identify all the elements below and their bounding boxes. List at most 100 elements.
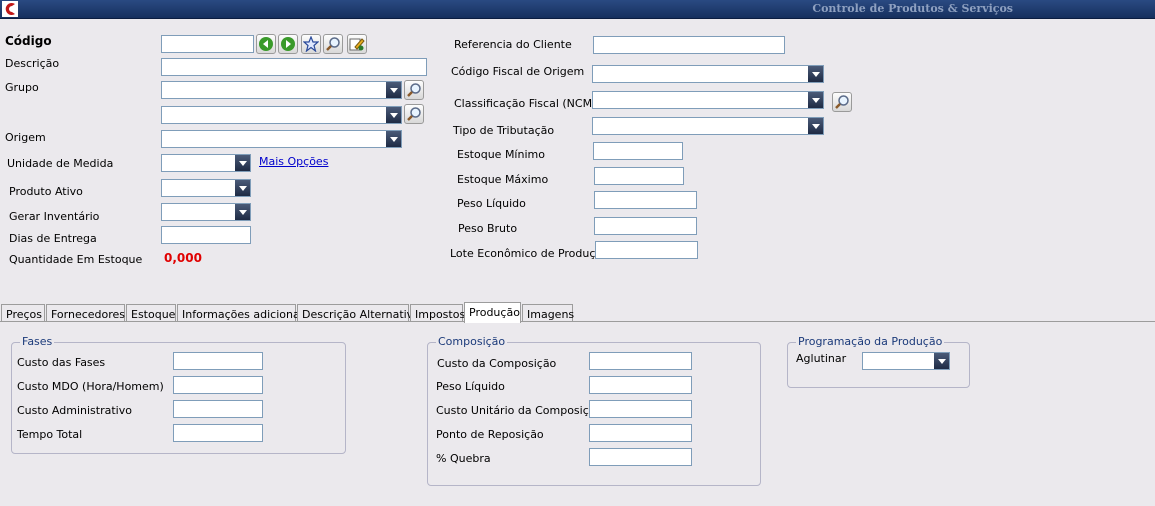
comp-peso-liquido-input[interactable]: [589, 376, 692, 394]
tab-informacoes-adicionais[interactable]: Informações adicionais: [177, 304, 309, 322]
custo-adm-input[interactable]: [173, 400, 263, 418]
dropdown-arrow-icon[interactable]: [386, 107, 401, 123]
tab-label: Informações adicionais: [182, 308, 309, 321]
ncm-select[interactable]: [592, 91, 824, 109]
star-icon: [303, 36, 319, 52]
aglutinar-label: Aglutinar: [796, 352, 847, 365]
tab-label: Descrição Alternativa: [302, 308, 420, 321]
origem-select[interactable]: [161, 130, 402, 148]
tab-precos[interactable]: Preços: [1, 304, 45, 322]
tab-label: Preços: [6, 308, 42, 321]
ponto-reposicao-label: Ponto de Reposição: [436, 428, 544, 441]
back-button[interactable]: [256, 34, 276, 54]
grupo-search-button[interactable]: [404, 80, 424, 100]
descricao-input[interactable]: [161, 58, 427, 76]
search-icon: [407, 107, 421, 121]
grupo-select[interactable]: [161, 81, 402, 99]
dropdown-arrow-icon[interactable]: [235, 180, 250, 196]
tab-fornecedores[interactable]: Fornecedores: [46, 304, 125, 322]
mais-opcoes-link[interactable]: Mais Opções: [259, 155, 328, 168]
peso-bruto-label: Peso Bruto: [458, 222, 518, 235]
search-icon: [835, 95, 849, 109]
produto-ativo-label: Produto Ativo: [9, 185, 83, 198]
tab-label: Impostos: [415, 308, 466, 321]
subgrupo-search-button[interactable]: [404, 104, 424, 124]
cfop-select[interactable]: [592, 65, 824, 83]
subgrupo-select[interactable]: [161, 106, 402, 124]
dropdown-arrow-icon[interactable]: [808, 118, 823, 134]
dropdown-arrow-icon[interactable]: [934, 353, 949, 369]
descricao-label: Descrição: [5, 57, 60, 70]
composicao-group-title: Composição: [436, 335, 508, 348]
dropdown-arrow-icon[interactable]: [235, 155, 250, 171]
forward-button[interactable]: [278, 34, 298, 54]
tempo-total-label: Tempo Total: [17, 428, 83, 441]
codigo-input[interactable]: [161, 35, 254, 53]
search-icon: [407, 83, 421, 97]
peso-liquido-input[interactable]: [594, 191, 697, 209]
produto-ativo-select[interactable]: [161, 179, 251, 197]
quebra-label: % Quebra: [436, 452, 491, 465]
dropdown-arrow-icon[interactable]: [386, 82, 401, 98]
custo-fases-input[interactable]: [173, 352, 263, 370]
tab-label: Estoque: [131, 308, 176, 321]
lote-input[interactable]: [595, 241, 698, 259]
edit-button[interactable]: [347, 34, 367, 54]
fases-group-title: Fases: [20, 335, 55, 348]
codigo-label: Código: [5, 34, 52, 48]
custo-composicao-label: Custo da Composição: [437, 357, 557, 370]
custo-mdo-label: Custo MDO (Hora/Homem): [17, 380, 164, 393]
grupo-label: Grupo: [5, 81, 39, 94]
estoque-min-label: Estoque Mínimo: [457, 148, 545, 161]
tab-estoque[interactable]: Estoque: [126, 304, 176, 322]
tab-imagens[interactable]: Imagens: [522, 304, 575, 322]
tab-label: Produção: [469, 306, 520, 319]
dropdown-arrow-icon[interactable]: [235, 204, 250, 220]
peso-liquido-label: Peso Líquido: [457, 197, 526, 210]
dias-entrega-label: Dias de Entrega: [9, 232, 97, 245]
custo-fases-label: Custo das Fases: [17, 356, 106, 369]
dropdown-arrow-icon[interactable]: [386, 131, 401, 147]
tab-producao[interactable]: Produção: [464, 302, 521, 323]
gerar-inventario-label: Gerar Inventário: [9, 210, 100, 223]
forward-arrow-icon: [281, 37, 295, 51]
quebra-input[interactable]: [589, 448, 692, 466]
dias-entrega-input[interactable]: [161, 226, 251, 244]
referencia-label: Referencia do Cliente: [454, 38, 572, 51]
custo-mdo-input[interactable]: [173, 376, 263, 394]
unidade-select[interactable]: [161, 154, 251, 172]
app-logo-icon: [2, 1, 18, 17]
ncm-search-button[interactable]: [832, 92, 852, 112]
estoque-max-label: Estoque Máximo: [457, 173, 549, 186]
tributacao-select[interactable]: [592, 117, 824, 135]
referencia-input[interactable]: [593, 36, 785, 54]
window-title: Controle de Produtos & Serviços: [812, 2, 1013, 15]
dropdown-arrow-icon[interactable]: [808, 66, 823, 82]
cfop-label: Código Fiscal de Origem: [451, 65, 585, 78]
lote-label: Lote Econômico de Produção: [450, 247, 609, 260]
custo-unitario-label: Custo Unitário da Composição: [436, 404, 603, 417]
back-arrow-icon: [259, 37, 273, 51]
ponto-reposicao-input[interactable]: [589, 424, 692, 442]
qtd-estoque-value: 0,000: [164, 251, 202, 265]
favorite-button[interactable]: [301, 34, 321, 54]
custo-composicao-input[interactable]: [589, 352, 692, 370]
tab-descricao-alternativa[interactable]: Descrição Alternativa: [297, 304, 420, 322]
tempo-total-input[interactable]: [173, 424, 263, 442]
aglutinar-select[interactable]: [862, 352, 950, 370]
tab-label: Imagens: [527, 308, 575, 321]
tab-impostos[interactable]: Impostos: [410, 304, 466, 322]
gerar-inventario-select[interactable]: [161, 203, 251, 221]
qtd-estoque-label: Quantidade Em Estoque: [9, 253, 143, 266]
estoque-max-input[interactable]: [594, 167, 684, 185]
tab-panel-border: [0, 321, 1155, 322]
peso-bruto-input[interactable]: [594, 217, 697, 235]
edit-icon: [349, 38, 365, 51]
tributacao-label: Tipo de Tributação: [453, 124, 555, 137]
search-button[interactable]: [323, 34, 343, 54]
custo-unitario-input[interactable]: [589, 400, 692, 418]
programacao-group-title: Programação da Produção: [796, 335, 945, 348]
estoque-min-input[interactable]: [593, 142, 683, 160]
dropdown-arrow-icon[interactable]: [808, 92, 823, 108]
title-bar: Controle de Produtos & Serviços: [0, 0, 1155, 19]
